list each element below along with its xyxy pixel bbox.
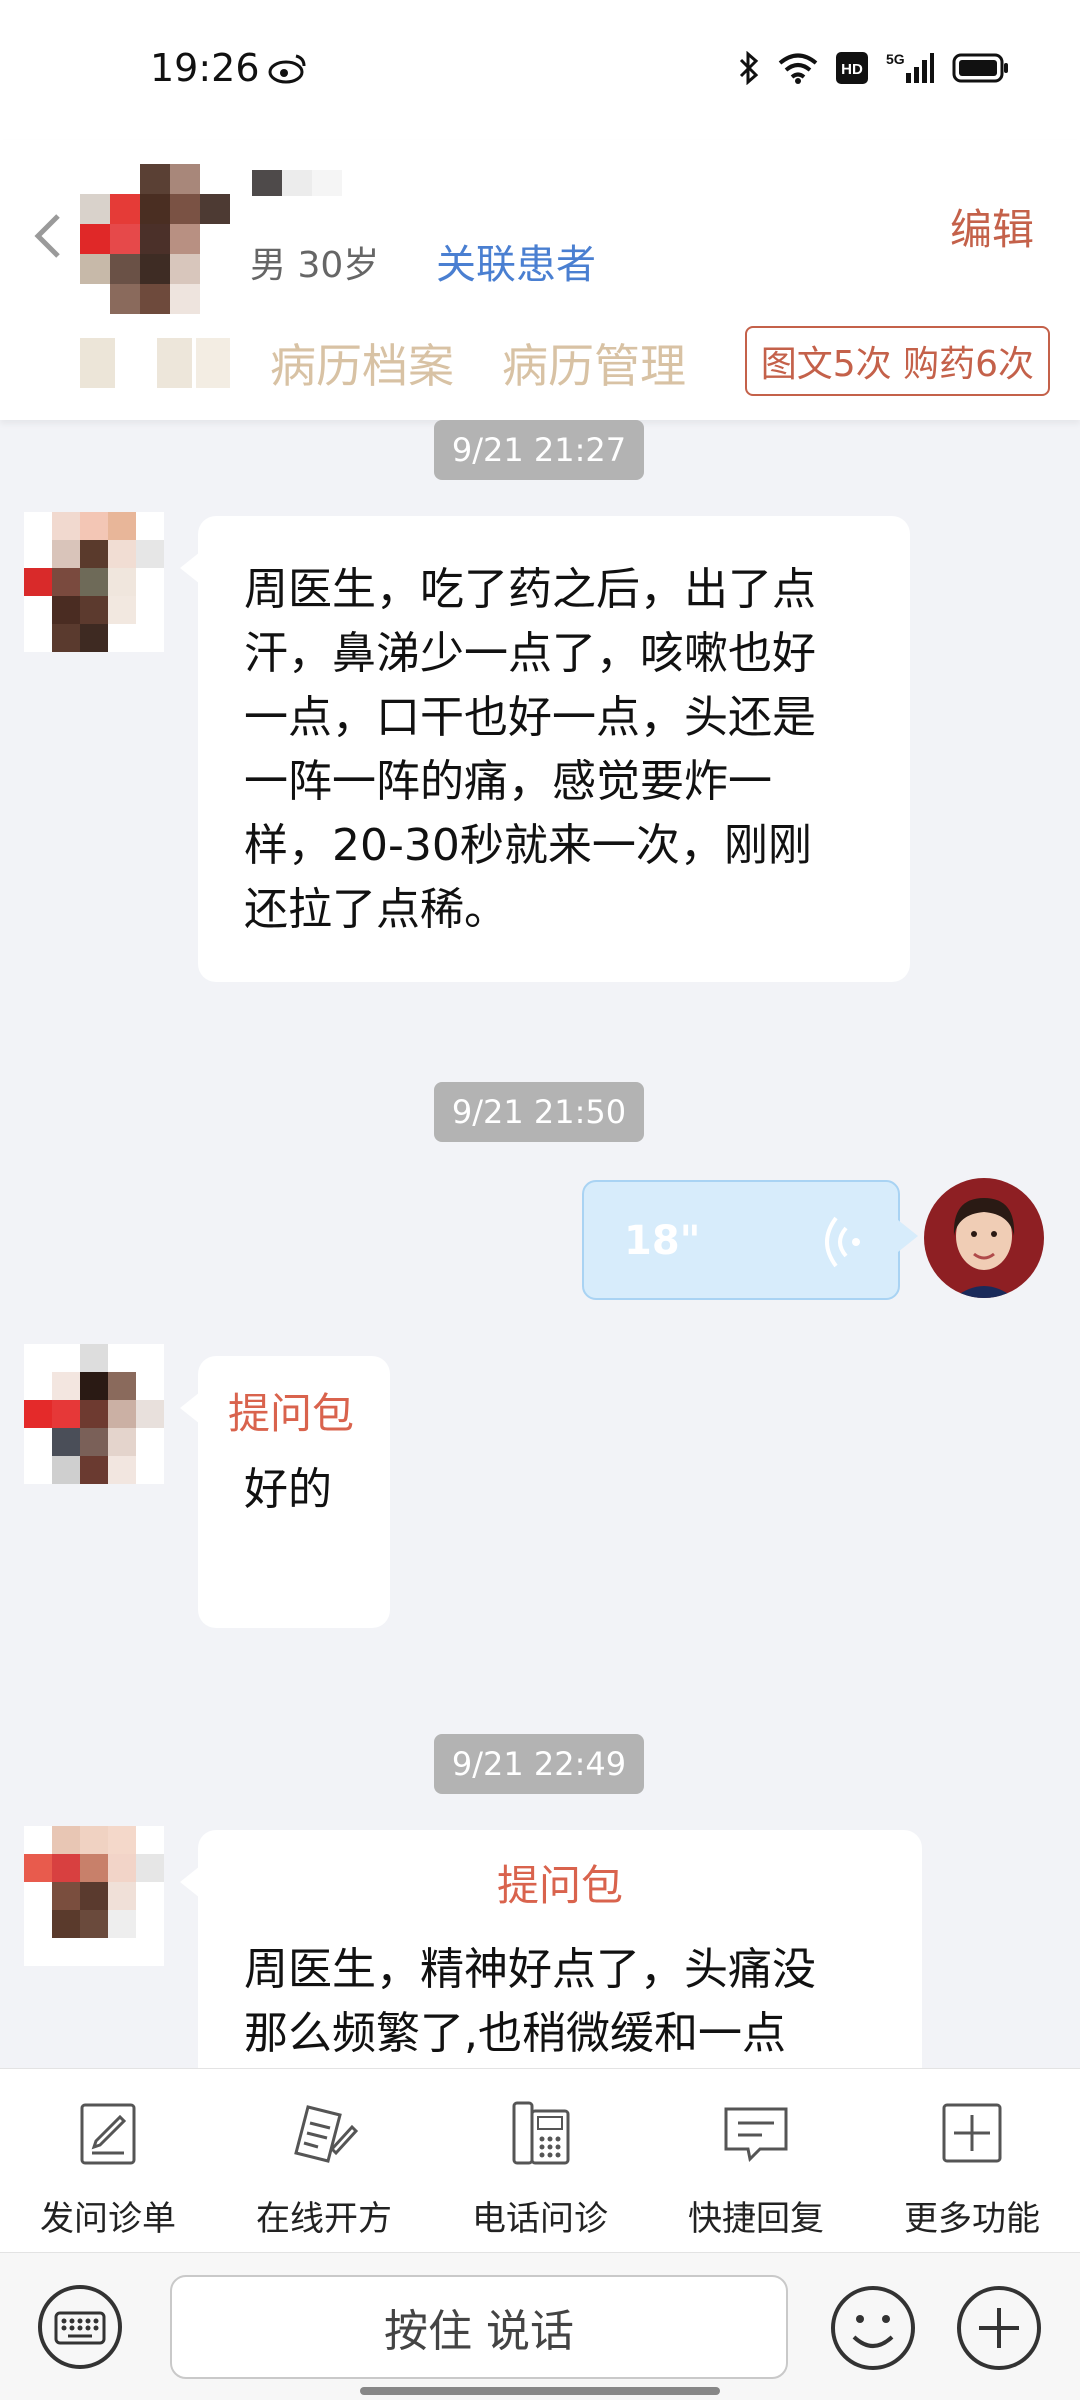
patient-gender-age: 男 30岁 [250, 245, 380, 286]
chat-area[interactable]: 9/21 21:27 周医生，吃了药之后，出了点 汗，鼻涕少一点了，咳嗽也好 一… [0, 420, 1080, 2068]
patient-avatar[interactable] [24, 1826, 164, 1966]
status-icons: HD 5G [738, 48, 1010, 88]
home-indicator [360, 2387, 720, 2395]
chat-timestamp: 9/21 22:49 [434, 1734, 644, 1794]
message-line: 一阵一阵的痛，感觉要炸一 [244, 756, 772, 807]
online-prescription-button[interactable]: 在线开方 [216, 2069, 432, 2252]
service-quota-badge[interactable]: 图文5次 购药6次 [744, 326, 1050, 396]
form-edit-icon [80, 2103, 136, 2165]
network-label: 5G [886, 51, 905, 67]
status-time: 19:26 [150, 46, 260, 90]
bluetooth-icon [739, 51, 759, 85]
tab-blurred[interactable] [80, 338, 230, 388]
plus-box-icon [942, 2103, 1002, 2163]
message-line: 样，20-30秒就来一次，刚刚 [244, 820, 812, 871]
message-text: 好的 [244, 1464, 332, 1515]
question-pack-title: 提问包 [496, 1861, 623, 1910]
weibo-icon [268, 54, 306, 84]
voice-duration: 18" [624, 1218, 701, 1264]
edit-button[interactable]: 编辑 [950, 196, 1034, 257]
func-label: 发问诊单 [40, 2199, 176, 2239]
patient-avatar[interactable] [24, 1344, 164, 1484]
battery-icon [952, 53, 1008, 83]
question-pack-bubble[interactable]: 提问包 好的 [180, 1356, 390, 1628]
func-label: 在线开方 [256, 2199, 392, 2239]
patient-avatar[interactable] [24, 512, 164, 652]
tab-medical-record-archive[interactable]: 病历档案 [270, 330, 454, 396]
patient-name-blurred [252, 170, 342, 196]
more-functions-button[interactable]: 更多功能 [864, 2069, 1080, 2252]
patient-avatar[interactable] [80, 164, 230, 314]
send-questionnaire-button[interactable]: 发问诊单 [0, 2069, 216, 2252]
func-label: 电话问诊 [472, 2199, 608, 2239]
emoji-icon[interactable] [828, 2283, 918, 2373]
func-label: 更多功能 [904, 2199, 1040, 2239]
doctor-avatar[interactable] [924, 1178, 1044, 1298]
voice-message-bubble[interactable]: 18" [582, 1180, 918, 1300]
signal-5g-icon: 5G [886, 51, 934, 83]
input-bar: 按住 说话 [0, 2252, 1080, 2400]
tab-medical-record-management[interactable]: 病历管理 [502, 330, 686, 396]
hd-icon: HD [836, 52, 868, 84]
header-tabs: 病历档案 病历管理 [80, 328, 734, 398]
message-line: 还拉了点稀。 [244, 884, 508, 935]
hd-label: HD [841, 61, 863, 78]
message-line: 汗，鼻涕少一点了，咳嗽也好 [244, 628, 816, 679]
link-patient-button[interactable]: 关联患者 [436, 232, 596, 290]
keyboard-icon[interactable] [36, 2283, 124, 2371]
message-bubble[interactable]: 周医生，吃了药之后，出了点 汗，鼻涕少一点了，咳嗽也好 一点，口干也好一点，头还… [180, 516, 910, 982]
phone-icon [512, 2101, 570, 2165]
plus-circle-icon[interactable] [954, 2283, 1044, 2373]
message-line: 那么频繁了,也稍微缓和一点 [244, 2008, 786, 2059]
question-pack-title: 提问包 [228, 1389, 355, 1438]
voice-wave-icon [825, 1216, 860, 1268]
message-line: 周医生，精神好点了，头痛没 [244, 1944, 816, 1995]
function-bar: 发问诊单 在线开方 电话问诊 快捷回复 更多功能 [0, 2068, 1080, 2252]
status-bar: 19:26 HD 5G [0, 0, 1080, 140]
wifi-icon [778, 53, 818, 84]
func-label: 快捷回复 [688, 2199, 824, 2239]
chat-timestamp: 9/21 21:50 [434, 1082, 644, 1142]
phone-consultation-button[interactable]: 电话问诊 [432, 2069, 648, 2252]
message-line: 一点，口干也好一点，头还是 [244, 692, 816, 743]
quick-reply-button[interactable]: 快捷回复 [648, 2069, 864, 2252]
patient-header: 男 30岁 关联患者 编辑 病历档案 病历管理 图文5次 购药6次 [0, 140, 1080, 420]
message-line: 周医生，吃了药之后，出了点 [244, 564, 816, 615]
message-icon [724, 2107, 788, 2163]
question-pack-bubble[interactable]: 提问包 周医生，精神好点了，头痛没 那么频繁了,也稍微缓和一点 [180, 1830, 922, 2068]
hold-to-talk-button[interactable]: 按住 说话 [170, 2275, 788, 2379]
chevron-left-icon[interactable] [28, 206, 68, 266]
prescription-icon [294, 2105, 359, 2163]
chat-timestamp: 9/21 21:27 [434, 420, 644, 480]
